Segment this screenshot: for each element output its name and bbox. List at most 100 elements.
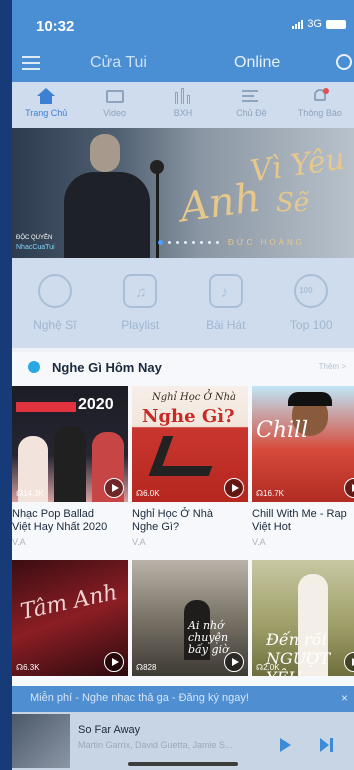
card-artist: V.A	[12, 537, 26, 547]
playlist-card[interactable]: Chill ☊16.7K Chill With Me - Rap Việt Ho…	[252, 386, 354, 547]
nav-notifications-label: Thông Báo	[297, 108, 342, 118]
banner-exclusive-badge: ĐỘC QUYỀN NhacCuaTui	[16, 234, 55, 252]
frame-edge	[0, 0, 12, 770]
playlist-cover: Tâm Anh ☊6.3K	[12, 560, 128, 676]
playlist-card[interactable]: Ai nhớ chuyện bấy giờ ☊828	[132, 560, 248, 676]
bell-icon	[311, 88, 329, 104]
microphone-icon	[37, 274, 72, 308]
section-more-link[interactable]: Thêm >	[319, 362, 346, 371]
home-icon	[37, 88, 56, 104]
app-window: 10:32 3G Cửa Tui Online Trang Chủ Video	[12, 0, 354, 770]
featured-banner[interactable]: Vì Yêu Anh Sẽ ĐỨC HOÀNG ĐỘC QUYỀN NhacCu…	[12, 128, 354, 258]
banner-artist-photo	[64, 172, 150, 258]
card-title-2: Việt Hay Nhất 2020	[12, 521, 108, 533]
card-artist: V.A	[132, 537, 146, 547]
listen-count: ☊14.3K	[16, 489, 45, 498]
play-icon[interactable]	[344, 478, 354, 498]
play-icon[interactable]	[280, 738, 291, 752]
playlist-cover: Nghỉ Học Ở Nhà Nghe Gì? ☊6.0K	[132, 386, 248, 502]
quick-top100[interactable]: 100 Top 100	[269, 258, 354, 348]
listen-count: ☊828	[136, 663, 157, 672]
quick-songs-label: Bài Hát	[206, 318, 246, 332]
playlist-cover: Đến rồi NGƯỢT YÊU ☊2.0K	[252, 560, 354, 676]
home-indicator	[128, 762, 238, 766]
close-icon[interactable]: ×	[341, 691, 348, 705]
playlist-cover: Chill ☊16.7K	[252, 386, 354, 502]
listen-count: ☊6.0K	[136, 489, 160, 498]
quick-playlist[interactable]: ♫ Playlist	[98, 258, 184, 348]
banner-artist-face	[90, 134, 120, 172]
quick-actions: Nghệ Sĩ ♫ Playlist ♪ Bài Hát 100 Top 100	[12, 258, 354, 348]
tab-online[interactable]: Online	[234, 54, 280, 72]
play-icon[interactable]	[104, 478, 124, 498]
nav-video-label: Video	[103, 108, 127, 118]
listen-count: ☊6.3K	[16, 663, 40, 672]
playlist-icon: ♫	[123, 274, 158, 308]
category-nav: Trang Chủ Video BXH Chủ Đề Thông Báo	[12, 82, 354, 128]
promo-text: Miễn phí - Nghe nhạc thả ga - Đăng ký ng…	[30, 692, 249, 704]
listen-count: ☊16.7K	[256, 489, 285, 498]
playlist-cover: Ai nhớ chuyện bấy giờ ☊828	[132, 560, 248, 676]
topic-icon	[242, 88, 260, 104]
signal-icon	[292, 19, 304, 29]
card-artist: V.A	[252, 537, 266, 547]
quick-artists[interactable]: Nghệ Sĩ	[12, 258, 98, 348]
play-icon[interactable]	[104, 652, 124, 672]
section-title: Nghe Gì Hôm Nay	[52, 360, 162, 375]
card-title: Chill With Me - Rap	[252, 508, 347, 520]
card-title-2: Nghe Gì?	[132, 521, 180, 533]
network-label: 3G	[307, 18, 322, 30]
listen-count: ☊2.0K	[256, 663, 280, 672]
card-title-2: Việt Hot	[252, 521, 291, 533]
play-icon[interactable]	[224, 478, 244, 498]
playlist-card[interactable]: Đến rồi NGƯỢT YÊU ☊2.0K	[252, 560, 354, 676]
quick-playlist-label: Playlist	[121, 318, 160, 332]
nav-topic-label: Chủ Đề	[236, 108, 267, 118]
section-icon	[28, 361, 40, 373]
banner-title-line2: Anh	[177, 174, 264, 232]
promo-banner[interactable]: Miễn phí - Nghe nhạc thả ga - Đăng ký ng…	[12, 686, 354, 712]
menu-icon[interactable]	[22, 56, 40, 70]
playlist-card[interactable]: Tâm Anh ☊6.3K	[12, 560, 128, 676]
device-frame: 10:32 3G Cửa Tui Online Trang Chủ Video	[0, 0, 354, 770]
card-title: Nghỉ Học Ở Nhà	[132, 508, 213, 520]
top100-icon: 100	[294, 274, 329, 308]
quick-top100-label: Top 100	[289, 318, 333, 332]
playlist-card[interactable]: 2020 ☊14.3K Nhạc Pop Ballad Việt Hay Nhấ…	[12, 386, 128, 547]
top-nav: Cửa Tui Online	[12, 44, 354, 82]
nav-chart-label: BXH	[173, 108, 193, 118]
status-time: 10:32	[36, 18, 75, 35]
status-indicators: 3G	[292, 18, 346, 30]
now-playing-artwork	[12, 714, 70, 768]
nav-home-label: Trang Chủ	[25, 108, 68, 118]
now-playing-artist: Martin Garrix, David Guetta, Jamie S...	[78, 740, 233, 750]
banner-title-line1: Vì Yêu	[248, 141, 348, 190]
song-icon: ♪	[208, 274, 243, 308]
status-bar: 10:32 3G	[12, 0, 354, 44]
nav-notifications[interactable]: Thông Báo	[286, 82, 354, 128]
play-icon[interactable]	[224, 652, 244, 672]
playlist-cover: 2020 ☊14.3K	[12, 386, 128, 502]
microphone-icon	[150, 160, 164, 174]
banner-title-line3: Sẽ	[276, 188, 310, 218]
badge-top: ĐỘC QUYỀN	[16, 235, 53, 241]
battery-icon	[326, 19, 346, 29]
quick-songs[interactable]: ♪ Bài Hát	[183, 258, 269, 348]
video-icon	[105, 88, 124, 104]
next-icon[interactable]	[320, 738, 334, 752]
section-header: Nghe Gì Hôm Nay Thêm >	[12, 352, 354, 382]
nav-home[interactable]: Trang Chủ	[12, 82, 80, 128]
carousel-dots[interactable]	[158, 240, 219, 245]
chart-icon	[174, 88, 192, 104]
now-playing-title: So Far Away	[78, 724, 141, 736]
card-title: Nhạc Pop Ballad	[12, 508, 94, 520]
tab-my-music[interactable]: Cửa Tui	[90, 54, 147, 72]
nav-topic[interactable]: Chủ Đề	[217, 82, 285, 128]
banner-artist-name: ĐỨC HOÀNG	[228, 238, 305, 247]
quick-artists-label: Nghệ Sĩ	[33, 318, 77, 332]
badge-bottom: NhacCuaTui	[16, 244, 55, 251]
nav-video[interactable]: Video	[80, 82, 148, 128]
playlist-card[interactable]: Nghỉ Học Ở Nhà Nghe Gì? ☊6.0K Nghỉ Học Ở…	[132, 386, 248, 547]
nav-chart[interactable]: BXH	[149, 82, 217, 128]
search-icon[interactable]	[336, 54, 352, 70]
